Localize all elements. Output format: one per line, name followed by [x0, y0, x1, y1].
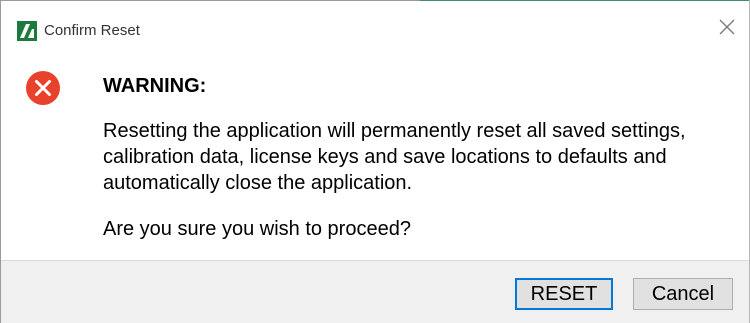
cancel-button[interactable]: Cancel: [633, 278, 733, 310]
close-button[interactable]: [703, 1, 749, 55]
error-icon: [25, 70, 61, 106]
reset-button[interactable]: RESET: [515, 278, 613, 310]
title-bar[interactable]: Confirm Reset: [1, 1, 749, 55]
warning-heading: WARNING:: [103, 75, 207, 97]
warning-message: Resetting the application will permanent…: [103, 120, 686, 194]
confirmation-question: Are you sure you wish to proceed?: [103, 218, 411, 240]
confirm-reset-dialog: Confirm Reset WARNING: Resetting the app…: [0, 0, 750, 323]
window-title: Confirm Reset: [44, 22, 140, 39]
app-logo-icon: [17, 21, 37, 41]
close-icon: [719, 19, 735, 35]
button-bar: RESET Cancel: [1, 260, 749, 323]
